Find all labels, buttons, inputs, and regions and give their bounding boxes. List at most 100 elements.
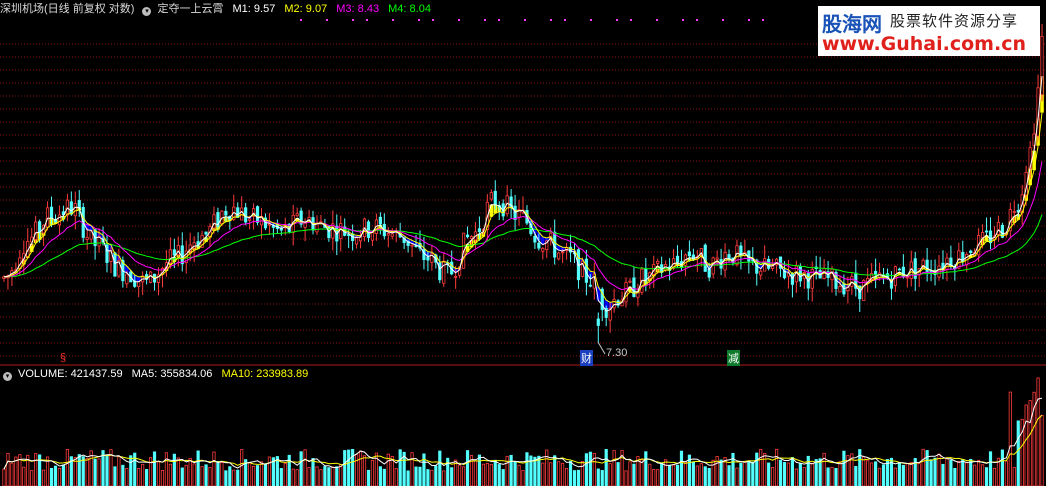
volume-bar-up [683, 461, 688, 486]
candle-down [77, 200, 81, 209]
volume-bar-down [501, 469, 505, 486]
volume-bar-up [481, 463, 485, 486]
dropdown-circle-icon[interactable]: ▾ [3, 372, 12, 381]
volume-bar-up [248, 462, 252, 486]
volume-bar-down [172, 453, 176, 486]
candle-down [53, 220, 58, 223]
chart-canvas [0, 19, 1046, 486]
volume-bar-up [656, 469, 660, 486]
volume-bar-up [862, 456, 866, 486]
volume-bar-down [347, 449, 351, 486]
volume-bar-up [561, 462, 565, 486]
volume-bar-down [988, 451, 993, 486]
volume-bar-up [240, 449, 244, 486]
candle-down [675, 255, 680, 263]
volume-bar-down [378, 466, 382, 486]
volume-bar-down [576, 469, 581, 486]
volume-bar-down [632, 463, 636, 486]
signal-dot [550, 19, 552, 21]
volume-bar-up [735, 467, 739, 486]
volume-bar-up [267, 456, 272, 486]
volume-bar-up [208, 467, 212, 486]
volume-bar-down [739, 462, 743, 486]
band-up-block [489, 204, 494, 217]
volume-bar-down [600, 470, 604, 486]
candle-up [148, 271, 153, 283]
volume-bar-up [251, 465, 256, 486]
volume-header: ▾ VOLUME: 421437.59 MA5: 355834.06 MA10: … [0, 366, 314, 382]
volume-bar-up [164, 452, 169, 486]
volume-bar-up [838, 461, 842, 486]
volume-bar-up [830, 466, 834, 486]
candle-up [838, 285, 842, 293]
volume-bar-up [156, 461, 161, 486]
volume-bar-down [941, 463, 945, 486]
volume-bar-down [616, 462, 620, 486]
candle-up [303, 222, 307, 228]
candle-down [180, 245, 184, 265]
volume-bar-down [77, 454, 81, 486]
signal-dot [696, 19, 698, 21]
volume-bar-down [719, 459, 723, 486]
volume-bar-up [117, 456, 121, 486]
volume-bar-down [826, 467, 830, 486]
volume-bar-down [881, 464, 886, 486]
volume-bar-down [204, 464, 208, 486]
indicator-name[interactable]: 定夺一上云霄 [157, 3, 223, 15]
volume-bar-down [228, 466, 232, 486]
m2-readout: M2: 9.07 [284, 3, 328, 15]
candle-up [125, 273, 129, 285]
volume-bar-up [125, 468, 129, 486]
candle-down [874, 270, 878, 276]
volume-bar-up [30, 470, 34, 486]
volume-bar-down [422, 453, 426, 486]
volume-bar-down [335, 466, 339, 486]
candle-up [981, 232, 985, 239]
volume-bar-down [798, 462, 802, 486]
volume-bar-up [759, 448, 763, 486]
volume-bar-up [794, 468, 798, 486]
main-chart-header: 深圳机场(日线 前复权 对数) ▾ 定夺一上云霄 M1: 9.57 M2: 9.07… [0, 1, 437, 17]
volume-bar-down [279, 468, 283, 486]
volume-bar-down [755, 452, 759, 486]
volume-bar-down [660, 462, 664, 486]
volume-bar-down [426, 469, 430, 486]
volume-bar-up [909, 461, 913, 486]
m4-line [3, 214, 1043, 278]
volume-bar-up [355, 454, 359, 486]
candle-down [69, 201, 73, 215]
candle-down [378, 216, 382, 225]
candle-down [644, 268, 648, 281]
signal-dot [392, 19, 394, 21]
volume-bar-down [553, 455, 557, 486]
volume-bar-down [929, 459, 933, 486]
volume-bar-down [1000, 449, 1004, 486]
volume-bar-down [1016, 420, 1020, 486]
volume-bar-down [525, 452, 529, 486]
volume-bar-up [1036, 377, 1040, 486]
volume-bar-down [818, 458, 822, 486]
candle-up [541, 247, 545, 252]
dropdown-circle-icon[interactable]: ▾ [142, 7, 152, 16]
candle-down [984, 230, 989, 233]
volume-bar-up [1008, 391, 1012, 486]
candle-up [355, 237, 359, 245]
volume-bar-down [61, 464, 65, 486]
volume-bar-up [866, 460, 870, 486]
volume-bar-down [925, 450, 929, 486]
candle-up [386, 233, 390, 236]
low-price-pointer [597, 342, 606, 355]
volume-bar-up [160, 469, 165, 486]
volume-bar-up [671, 464, 676, 486]
volume-bar-up [307, 467, 311, 486]
candle-up [759, 270, 763, 276]
volume-bar-down [969, 458, 973, 486]
volume-bar-down [933, 457, 937, 486]
volume-bar-up [628, 461, 632, 486]
candle-down [687, 251, 691, 257]
volume-bar-down [323, 466, 327, 486]
volume-bar-down [727, 465, 731, 486]
volume-bar-down [382, 468, 386, 486]
volume-bar-down [366, 469, 371, 486]
volume-readout: VOLUME: 421437.59 [18, 368, 123, 380]
